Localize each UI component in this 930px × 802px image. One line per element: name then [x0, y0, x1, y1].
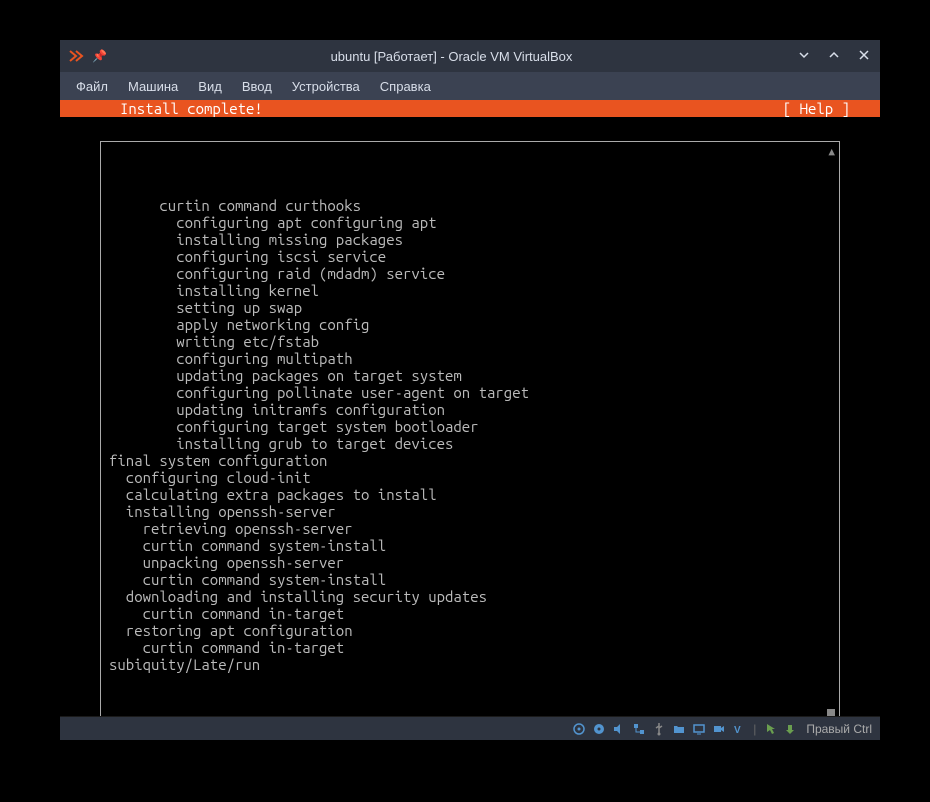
network-icon[interactable] [631, 721, 647, 737]
scroll-up-icon[interactable]: ▲ [828, 144, 835, 161]
log-line: curtin command in-target [109, 605, 831, 622]
menu-help[interactable]: Справка [372, 77, 439, 96]
shared-folder-icon[interactable] [671, 721, 687, 737]
log-line: configuring raid (mdadm) service [109, 265, 831, 282]
log-container: ▲ curtin command curthooks configuring a… [60, 117, 880, 716]
log-line: configuring pollinate user-agent on targ… [109, 384, 831, 401]
log-line: configuring iscsi service [109, 248, 831, 265]
virtualization-icon[interactable]: V [731, 721, 747, 737]
log-line: configuring multipath [109, 350, 831, 367]
scrollbar-thumb[interactable] [827, 709, 835, 716]
usb-icon[interactable] [651, 721, 667, 737]
log-line: unpacking openssh-server [109, 554, 831, 571]
minimize-button[interactable] [796, 48, 812, 65]
host-key-label[interactable]: Правый Ctrl [806, 722, 872, 736]
installer-header: Install complete! [ Help ] [60, 100, 880, 117]
audio-icon[interactable] [611, 721, 627, 737]
titlebar: 📌 ubuntu [Работает] - Oracle VM VirtualB… [60, 40, 880, 72]
log-line: updating initramfs configuration [109, 401, 831, 418]
log-line: downloading and installing security upda… [109, 588, 831, 605]
log-line: curtin command system-install [109, 571, 831, 588]
log-line: curtin command curthooks [109, 197, 831, 214]
optical-disk-icon[interactable] [591, 721, 607, 737]
keyboard-capture-icon[interactable] [782, 721, 798, 737]
menu-devices[interactable]: Устройства [284, 77, 368, 96]
log-line: restoring apt configuration [109, 622, 831, 639]
log-line: curtin command in-target [109, 639, 831, 656]
recording-icon[interactable] [711, 721, 727, 737]
display-icon[interactable] [691, 721, 707, 737]
virtualbox-icon [68, 48, 84, 64]
installer-title: Install complete! [120, 100, 263, 117]
log-line: updating packages on target system [109, 367, 831, 384]
close-button[interactable] [856, 48, 872, 65]
status-separator: | [753, 722, 756, 736]
log-line: installing grub to target devices [109, 435, 831, 452]
guest-display[interactable]: Install complete! [ Help ] ▲ curtin comm… [60, 100, 880, 716]
log-line: curtin command system-install [109, 537, 831, 554]
window-title: ubuntu [Работает] - Oracle VM VirtualBox [107, 49, 796, 64]
statusbar: V | Правый Ctrl [60, 716, 880, 740]
log-line: configuring apt configuring apt [109, 214, 831, 231]
menu-file[interactable]: Файл [68, 77, 116, 96]
svg-text:V: V [734, 725, 741, 736]
log-line: installing missing packages [109, 231, 831, 248]
maximize-button[interactable] [826, 48, 842, 65]
log-line: subiquity/Late/run [109, 656, 831, 673]
menu-input[interactable]: Ввод [234, 77, 280, 96]
install-log: ▲ curtin command curthooks configuring a… [100, 141, 840, 716]
log-line: retrieving openssh-server [109, 520, 831, 537]
log-line: installing kernel [109, 282, 831, 299]
menubar: Файл Машина Вид Ввод Устройства Справка [60, 72, 880, 100]
log-line: configuring cloud-init [109, 469, 831, 486]
log-line: writing etc/fstab [109, 333, 831, 350]
log-line: installing openssh-server [109, 503, 831, 520]
hard-disk-icon[interactable] [571, 721, 587, 737]
log-line: final system configuration [109, 452, 831, 469]
virtualbox-window: 📌 ubuntu [Работает] - Oracle VM VirtualB… [60, 40, 880, 740]
help-button[interactable]: [ Help ] [783, 100, 850, 117]
log-line: setting up swap [109, 299, 831, 316]
pin-icon[interactable]: 📌 [92, 49, 107, 63]
log-line: apply networking config [109, 316, 831, 333]
menu-view[interactable]: Вид [190, 77, 230, 96]
log-line: calculating extra packages to install [109, 486, 831, 503]
log-line: configuring target system bootloader [109, 418, 831, 435]
mouse-capture-icon[interactable] [762, 721, 778, 737]
menu-machine[interactable]: Машина [120, 77, 186, 96]
